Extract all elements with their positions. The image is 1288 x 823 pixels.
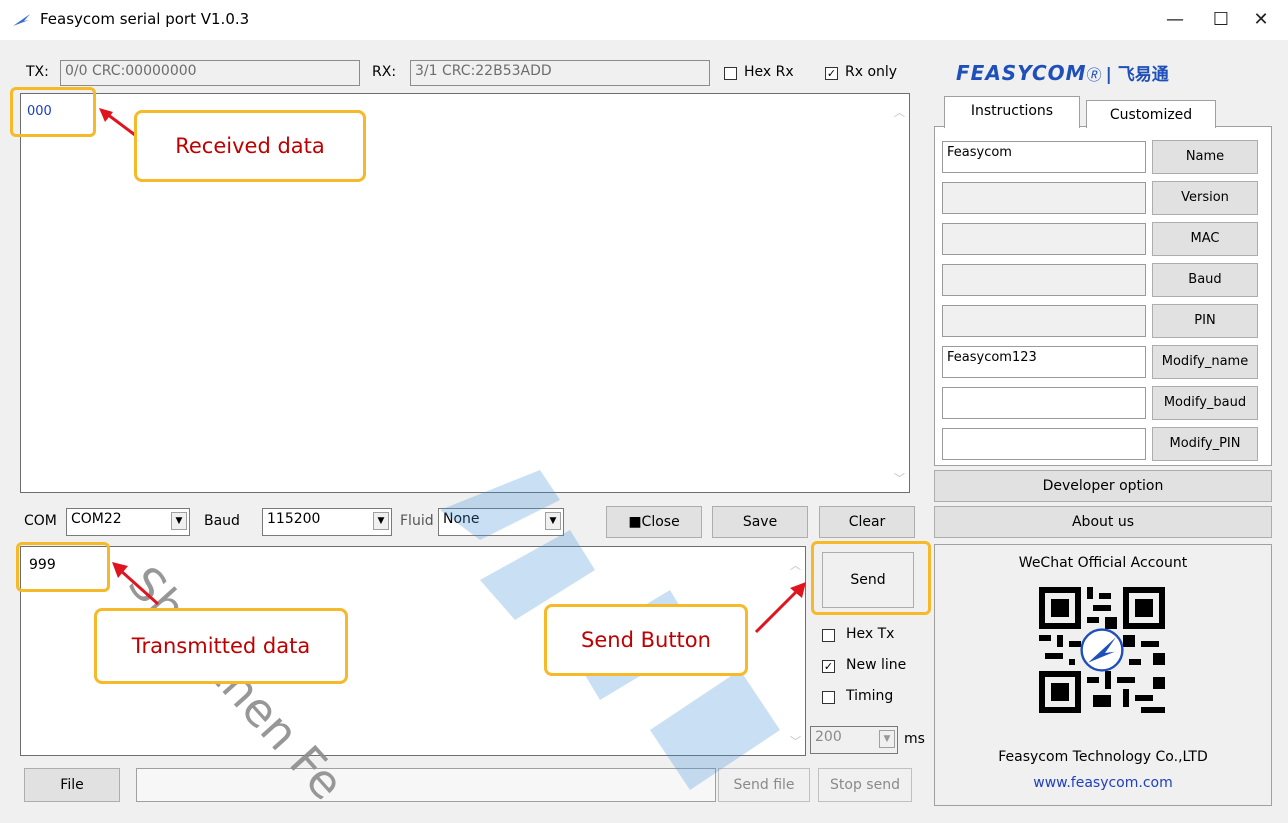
new-line-label: New line [846,657,907,673]
rx-only-checkbox[interactable]: ✓ [825,67,838,80]
hex-tx-label: Hex Tx [846,626,895,642]
title-bar: Feasycom serial port V1.0.3 — ☐ ✕ [0,0,1288,40]
modify-pin-field[interactable] [942,428,1146,460]
modify-baud-button[interactable]: Modify_baud [1152,386,1258,420]
command-mac-field[interactable] [942,223,1146,255]
clear-button[interactable]: Clear [819,506,915,538]
about-us-button[interactable]: About us [934,506,1272,538]
timing-interval-select[interactable]: 200 ▼ [810,726,898,754]
baud-button[interactable]: Baud [1152,263,1258,297]
chevron-down-icon: ▼ [171,512,187,530]
com-label: COM [24,513,57,529]
send-button-highlight [811,541,931,615]
name-button[interactable]: Name [1152,140,1258,174]
hex-rx-checkbox[interactable] [724,67,737,80]
modify-name-field[interactable]: Feasycom123 [942,346,1146,378]
app-icon [13,14,30,26]
baud-select[interactable]: 115200 ▼ [262,508,392,536]
pin-button[interactable]: PIN [1152,304,1258,338]
send-button-callout: Send Button [544,604,748,676]
modify-name-button[interactable]: Modify_name [1152,345,1258,379]
receive-scrollbar[interactable]: ︿ ﹀ [891,94,909,492]
baud-label: Baud [204,513,240,529]
tab-customized[interactable]: Customized [1086,100,1216,128]
command-pin-field[interactable] [942,305,1146,337]
com-port-value: COM22 [71,511,122,527]
chevron-down-icon: ▼ [373,512,389,530]
modify-pin-button[interactable]: Modify_PIN [1152,427,1258,461]
hex-tx-checkbox[interactable] [822,629,835,642]
hex-rx-label: Hex Rx [744,64,794,80]
feasycom-logo: FEASYCOM🄬 | 飞易通 [956,61,1169,85]
com-port-select[interactable]: COM22 ▼ [66,508,190,536]
timing-label: Timing [846,688,894,704]
tx-label: TX: [26,64,49,80]
mac-button[interactable]: MAC [1152,222,1258,256]
rx-status-field: 3/1 CRC:22B53ADD [410,60,710,86]
rx-only-label: Rx only [845,64,898,80]
rx-label: RX: [372,64,397,80]
minimize-button[interactable]: — [1152,4,1198,36]
modify-baud-field[interactable] [942,387,1146,419]
qr-code [1039,587,1165,713]
received-data-highlight [10,87,96,137]
baud-value: 115200 [267,511,321,527]
ms-unit-label: ms [904,731,925,747]
company-name: Feasycom Technology Co.,LTD [998,749,1208,765]
command-name-field[interactable]: Feasycom [942,141,1146,173]
wechat-panel: WeChat Official Account Feasycom Technol… [934,544,1272,806]
transmitted-data-highlight [16,542,110,592]
tx-status-field: 0/0 CRC:00000000 [60,60,360,86]
command-version-field[interactable] [942,182,1146,214]
developer-option-button[interactable]: Developer option [934,470,1272,502]
file-button[interactable]: File [24,768,120,802]
wechat-title: WeChat Official Account [1018,555,1188,571]
website-link[interactable]: www.feasycom.com [935,775,1271,791]
command-baud-field[interactable] [942,264,1146,296]
timing-checkbox[interactable] [822,691,835,704]
received-data-callout: Received data [134,110,366,182]
new-line-checkbox[interactable]: ✓ [822,660,835,673]
version-button[interactable]: Version [1152,181,1258,215]
chevron-down-icon: ▼ [879,730,895,748]
tab-instructions[interactable]: Instructions [944,96,1080,128]
timing-interval-value: 200 [815,729,842,745]
transmitted-data-callout: Transmitted data [94,608,348,684]
send-arrow [754,582,806,634]
close-window-button[interactable]: ✕ [1238,4,1284,36]
transmitted-arrow [112,562,160,606]
window-title: Feasycom serial port V1.0.3 [40,10,250,28]
stop-send-button[interactable]: Stop send [818,768,912,802]
